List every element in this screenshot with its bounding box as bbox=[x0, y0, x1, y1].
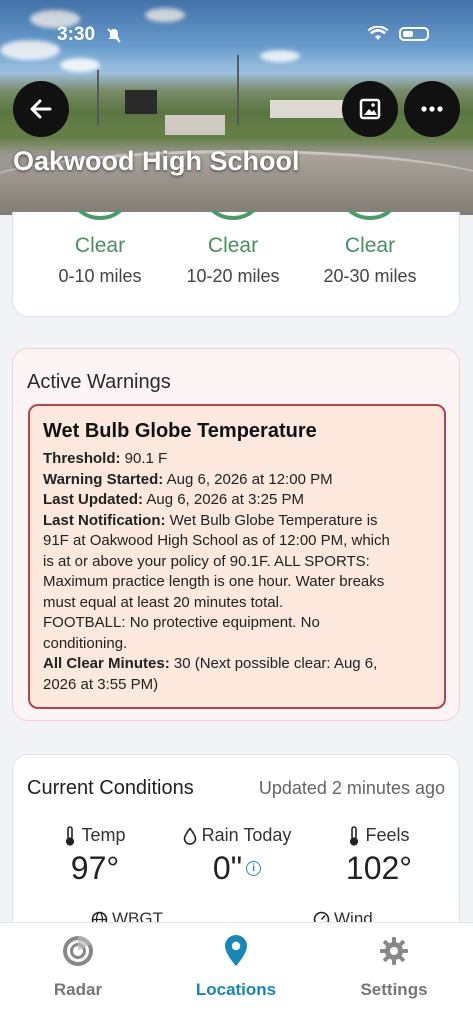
location-pin-icon bbox=[225, 935, 247, 966]
status-time: 3:30 bbox=[57, 24, 96, 45]
back-button[interactable] bbox=[13, 81, 69, 137]
active-warnings-card: Active Warnings Wet Bulb Globe Temperatu… bbox=[12, 348, 460, 721]
metric-feels: Feels 102° bbox=[309, 825, 449, 887]
range-item-10-20[interactable]: Clear 10-20 miles bbox=[163, 212, 303, 287]
feels-value: 102° bbox=[345, 850, 413, 886]
metric-temp: Temp 97° bbox=[25, 825, 165, 887]
range-status: Clear bbox=[344, 234, 396, 257]
temp-value: 97° bbox=[70, 850, 120, 886]
feels-label: Feels bbox=[365, 825, 410, 845]
temp-label: Temp bbox=[81, 825, 126, 845]
warning-title: Wet Bulb Globe Temperature bbox=[43, 420, 317, 442]
range-ring-icon bbox=[70, 168, 130, 220]
warning-last-updated: Last Updated: Aug 6, 2026 at 3:25 PM bbox=[43, 491, 304, 508]
warning-last-notification: Last Notification: Wet Bulb Globe Temper… bbox=[43, 511, 378, 529]
radar-icon bbox=[63, 936, 93, 966]
page-title: Oakwood High School bbox=[13, 146, 300, 176]
warning-notification-line: conditioning. bbox=[43, 634, 128, 652]
tab-locations-label: Locations bbox=[195, 980, 277, 999]
tab-radar[interactable]: Radar bbox=[8, 933, 148, 1000]
range-distance: 0-10 miles bbox=[58, 266, 142, 286]
warning-started: Warning Started: Aug 6, 2026 at 12:00 PM bbox=[43, 470, 333, 488]
tab-settings-label: Settings bbox=[360, 980, 428, 999]
thermometer-icon bbox=[66, 825, 75, 846]
tab-radar-label: Radar bbox=[53, 980, 103, 999]
range-distance: 20-30 miles bbox=[323, 266, 417, 286]
thermometer-icon bbox=[350, 825, 359, 846]
gear-icon bbox=[380, 937, 408, 965]
silent-bell-icon bbox=[107, 28, 121, 43]
raindrop-icon bbox=[183, 826, 196, 845]
lightning-range-card: Clear 0-10 miles Clear 10-20 miles Clear… bbox=[12, 212, 460, 317]
status-bar: 3:30 bbox=[0, 0, 473, 70]
wifi-icon bbox=[367, 26, 389, 40]
warning-notification-line: is at or above your policy of 90.1F. ALL… bbox=[43, 552, 370, 570]
rain-value: 0" bbox=[212, 850, 243, 886]
conditions-heading: Current Conditions bbox=[27, 777, 194, 799]
tab-settings[interactable]: Settings bbox=[324, 933, 464, 1000]
warning-threshold: Threshold: 90.1 F bbox=[43, 450, 168, 467]
more-options-button[interactable] bbox=[404, 81, 460, 137]
range-item-20-30[interactable]: Clear 20-30 miles bbox=[300, 212, 440, 287]
warning-notification-line: FOOTBALL: No protective equipment. No bbox=[43, 614, 320, 631]
warning-notification-line: 91F at Oakwood High School as of 12:00 P… bbox=[43, 532, 390, 549]
warning-notification-line: must equal at least 20 minutes total. bbox=[43, 593, 284, 611]
range-distance: 10-20 miles bbox=[186, 266, 280, 286]
warning-all-clear: All Clear Minutes: 30 (Next possible cle… bbox=[43, 655, 378, 672]
tab-locations[interactable]: Locations bbox=[166, 933, 306, 1000]
ellipsis-icon bbox=[421, 106, 443, 112]
battery-icon bbox=[399, 27, 429, 41]
metric-rain: Rain Today 0" i bbox=[167, 825, 307, 887]
warning-notification-line: Maximum practice length is one hour. Wat… bbox=[43, 573, 385, 590]
info-icon[interactable]: i bbox=[246, 861, 262, 876]
warnings-heading: Active Warnings bbox=[27, 371, 171, 393]
warning-all-clear-line: 2026 at 3:55 PM) bbox=[43, 675, 159, 693]
back-arrow-icon bbox=[30, 99, 52, 119]
rain-label: Rain Today bbox=[201, 825, 292, 845]
range-status: Clear bbox=[74, 234, 126, 257]
bottom-tab-bar: Radar Locations Settings bbox=[0, 922, 473, 1024]
range-status: Clear bbox=[207, 234, 259, 257]
conditions-updated: Updated 2 minutes ago bbox=[258, 778, 445, 798]
range-ring-icon bbox=[340, 168, 400, 220]
image-icon bbox=[359, 98, 381, 120]
view-image-button[interactable] bbox=[342, 81, 398, 137]
warning-item[interactable]: Wet Bulb Globe Temperature Threshold: 90… bbox=[28, 404, 446, 709]
range-item-0-10[interactable]: Clear 0-10 miles bbox=[30, 212, 170, 287]
range-ring-icon bbox=[203, 168, 263, 220]
